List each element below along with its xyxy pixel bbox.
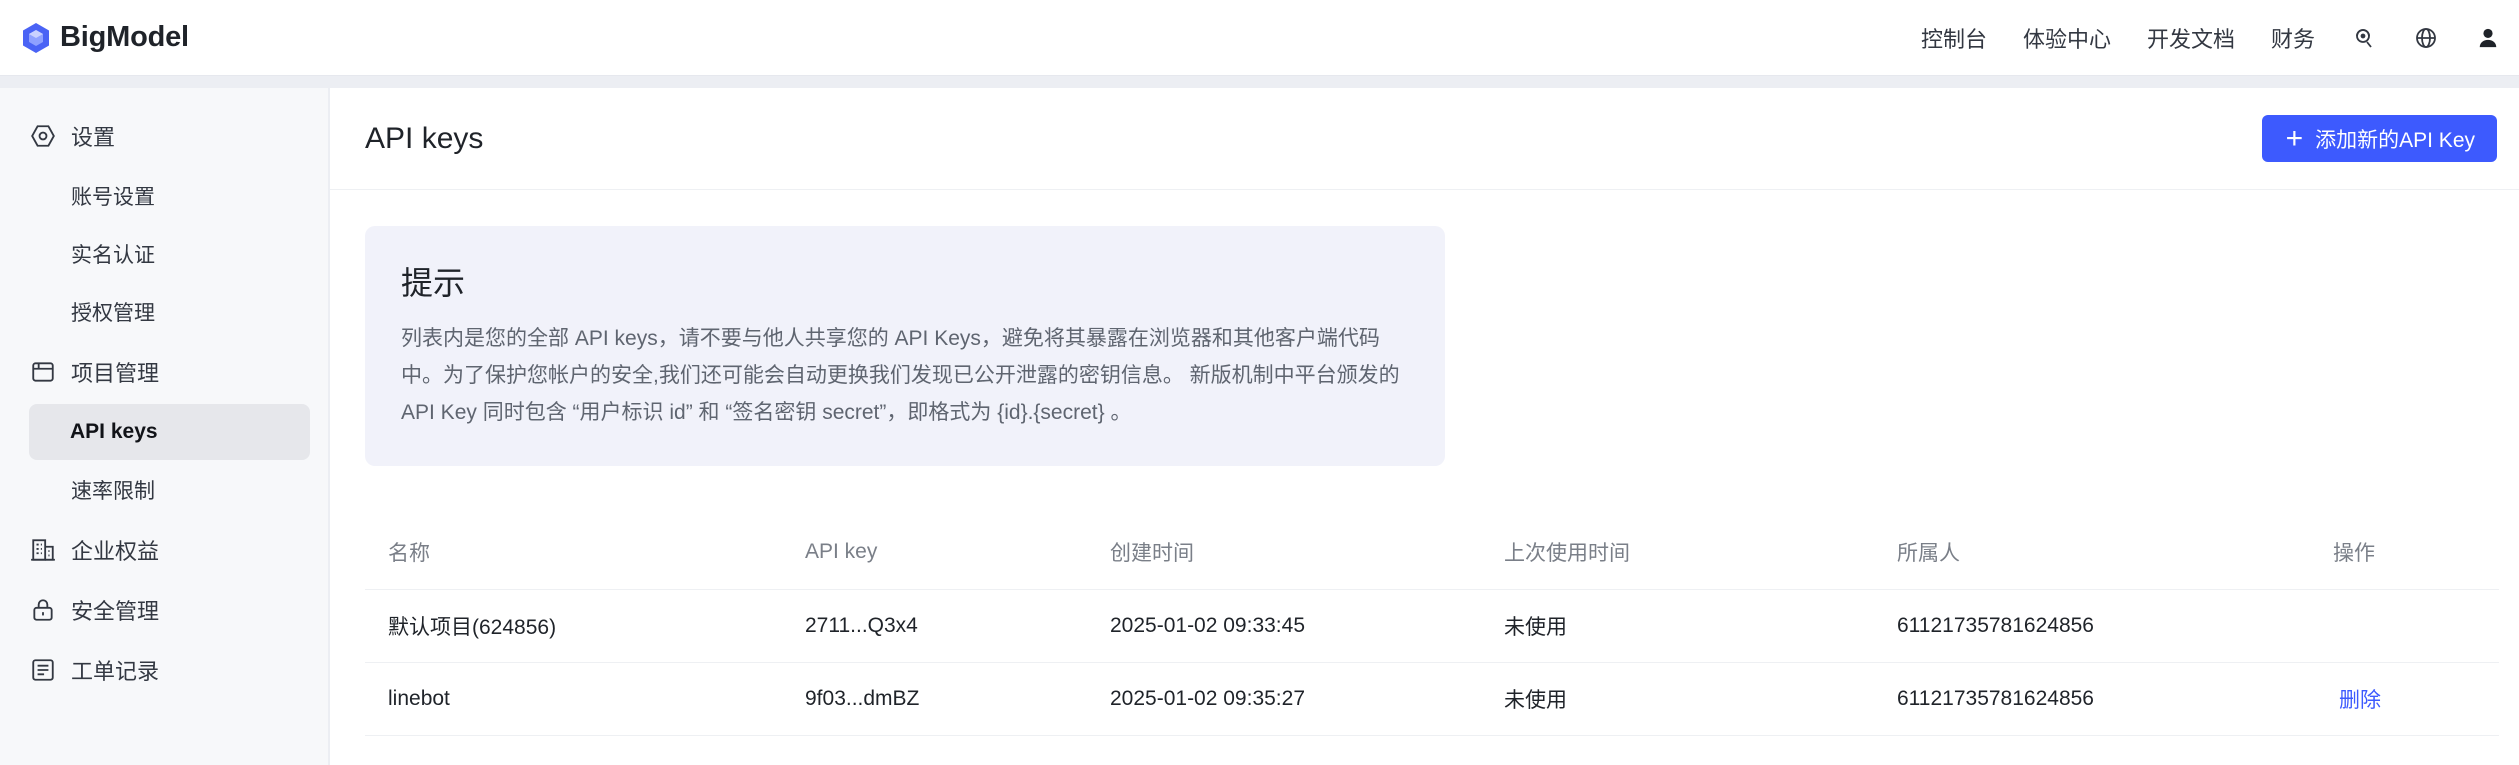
project-icon	[29, 358, 57, 386]
sidebar-group-enterprise[interactable]: 企业权益	[0, 520, 328, 580]
lock-icon	[29, 596, 57, 624]
page-title: API keys	[365, 121, 484, 155]
main-content: API keys + 添加新的API Key 提示 列表内是您的全部 API k…	[330, 88, 2519, 765]
add-api-key-button[interactable]: + 添加新的API Key	[2261, 115, 2497, 162]
delete-key-link[interactable]: 删除	[2333, 689, 2381, 712]
sidebar-group-tickets[interactable]: 工单记录	[0, 640, 328, 700]
row-owner: 61121735781624856	[1897, 614, 2094, 637]
row-api-key[interactable]: 9f03...dmBZ	[805, 687, 1110, 711]
api-keys-table: 名称 API key 创建时间 上次使用时间 所属人 操作 默认项目(62485…	[365, 514, 2499, 736]
sidebar-item-real-name-auth[interactable]: 实名认证	[29, 226, 310, 282]
row-last-used: 未使用	[1504, 689, 1567, 712]
enterprise-icon	[29, 536, 57, 564]
column-header-actions: 操作	[2333, 541, 2375, 565]
plus-icon: +	[2285, 121, 2304, 155]
column-header-last-used[interactable]: 上次使用时间	[1504, 537, 1897, 567]
brand-name: BigModel	[60, 21, 189, 53]
tip-title: 提示	[401, 265, 466, 301]
column-header-name[interactable]: 名称	[365, 537, 805, 567]
table-header-row: 名称 API key 创建时间 上次使用时间 所属人 操作	[365, 514, 2499, 590]
ticket-icon	[29, 656, 57, 684]
top-bar: BigModel 控制台 体验中心 开发文档 财务	[0, 0, 2519, 76]
table-row: 默认项目(624856) 2711...Q3x4 2025-01-02 09:3…	[365, 590, 2499, 663]
sidebar-item-authorization[interactable]: 授权管理	[29, 284, 310, 340]
nav-finance[interactable]: 财务	[2271, 22, 2315, 54]
globe-icon[interactable]	[2413, 25, 2439, 51]
row-owner: 61121735781624856	[1897, 687, 2094, 710]
sidebar-item-account-settings[interactable]: 账号设置	[29, 168, 310, 224]
column-header-owner[interactable]: 所属人	[1897, 537, 2333, 567]
row-last-used: 未使用	[1504, 616, 1567, 639]
row-created: 2025-01-02 09:35:27	[1110, 687, 1305, 710]
add-api-key-label: 添加新的API Key	[2315, 128, 2475, 152]
sidebar-group-projects[interactable]: 项目管理	[0, 342, 328, 402]
sidebar-group-label: 项目管理	[71, 361, 160, 386]
nav-playground[interactable]: 体验中心	[2023, 22, 2111, 54]
column-header-api-key[interactable]: API key	[805, 540, 1110, 564]
table-row: linebot 9f03...dmBZ 2025-01-02 09:35:27 …	[365, 663, 2499, 736]
sidebar-group-label: 企业权益	[71, 539, 160, 564]
nav-console[interactable]: 控制台	[1921, 22, 1987, 54]
row-name: linebot	[388, 687, 450, 710]
bigmodel-logo-icon	[20, 22, 52, 54]
sidebar-group-label: 工单记录	[71, 659, 160, 684]
tip-panel: 提示 列表内是您的全部 API keys，请不要与他人共享您的 API Keys…	[365, 226, 1445, 466]
sidebar: 设置 账号设置 实名认证 授权管理 项目管理 API keys 速率限制 企业权…	[0, 88, 328, 765]
row-actions: 删除	[2333, 684, 2499, 714]
sidebar-item-rate-limit[interactable]: 速率限制	[29, 462, 310, 518]
tip-body: 列表内是您的全部 API keys，请不要与他人共享您的 API Keys，避免…	[401, 327, 1400, 424]
support-icon[interactable]	[2351, 25, 2377, 51]
row-created: 2025-01-02 09:33:45	[1110, 614, 1305, 637]
row-api-key[interactable]: 2711...Q3x4	[805, 614, 1110, 638]
settings-icon	[29, 122, 57, 150]
nav-docs[interactable]: 开发文档	[2147, 22, 2235, 54]
main-header: API keys + 添加新的API Key	[330, 88, 2519, 190]
brand[interactable]: BigModel	[0, 21, 189, 54]
user-icon[interactable]	[2475, 25, 2501, 51]
sidebar-group-security[interactable]: 安全管理	[0, 580, 328, 640]
sidebar-group-label: 安全管理	[71, 599, 160, 624]
row-name: 默认项目(624856)	[388, 616, 557, 639]
column-header-created[interactable]: 创建时间	[1110, 537, 1504, 567]
sidebar-item-api-keys[interactable]: API keys	[29, 404, 310, 460]
sidebar-group-settings[interactable]: 设置	[0, 106, 328, 166]
top-nav: 控制台 体验中心 开发文档 财务	[1885, 22, 2519, 54]
sidebar-group-label: 设置	[71, 125, 116, 150]
